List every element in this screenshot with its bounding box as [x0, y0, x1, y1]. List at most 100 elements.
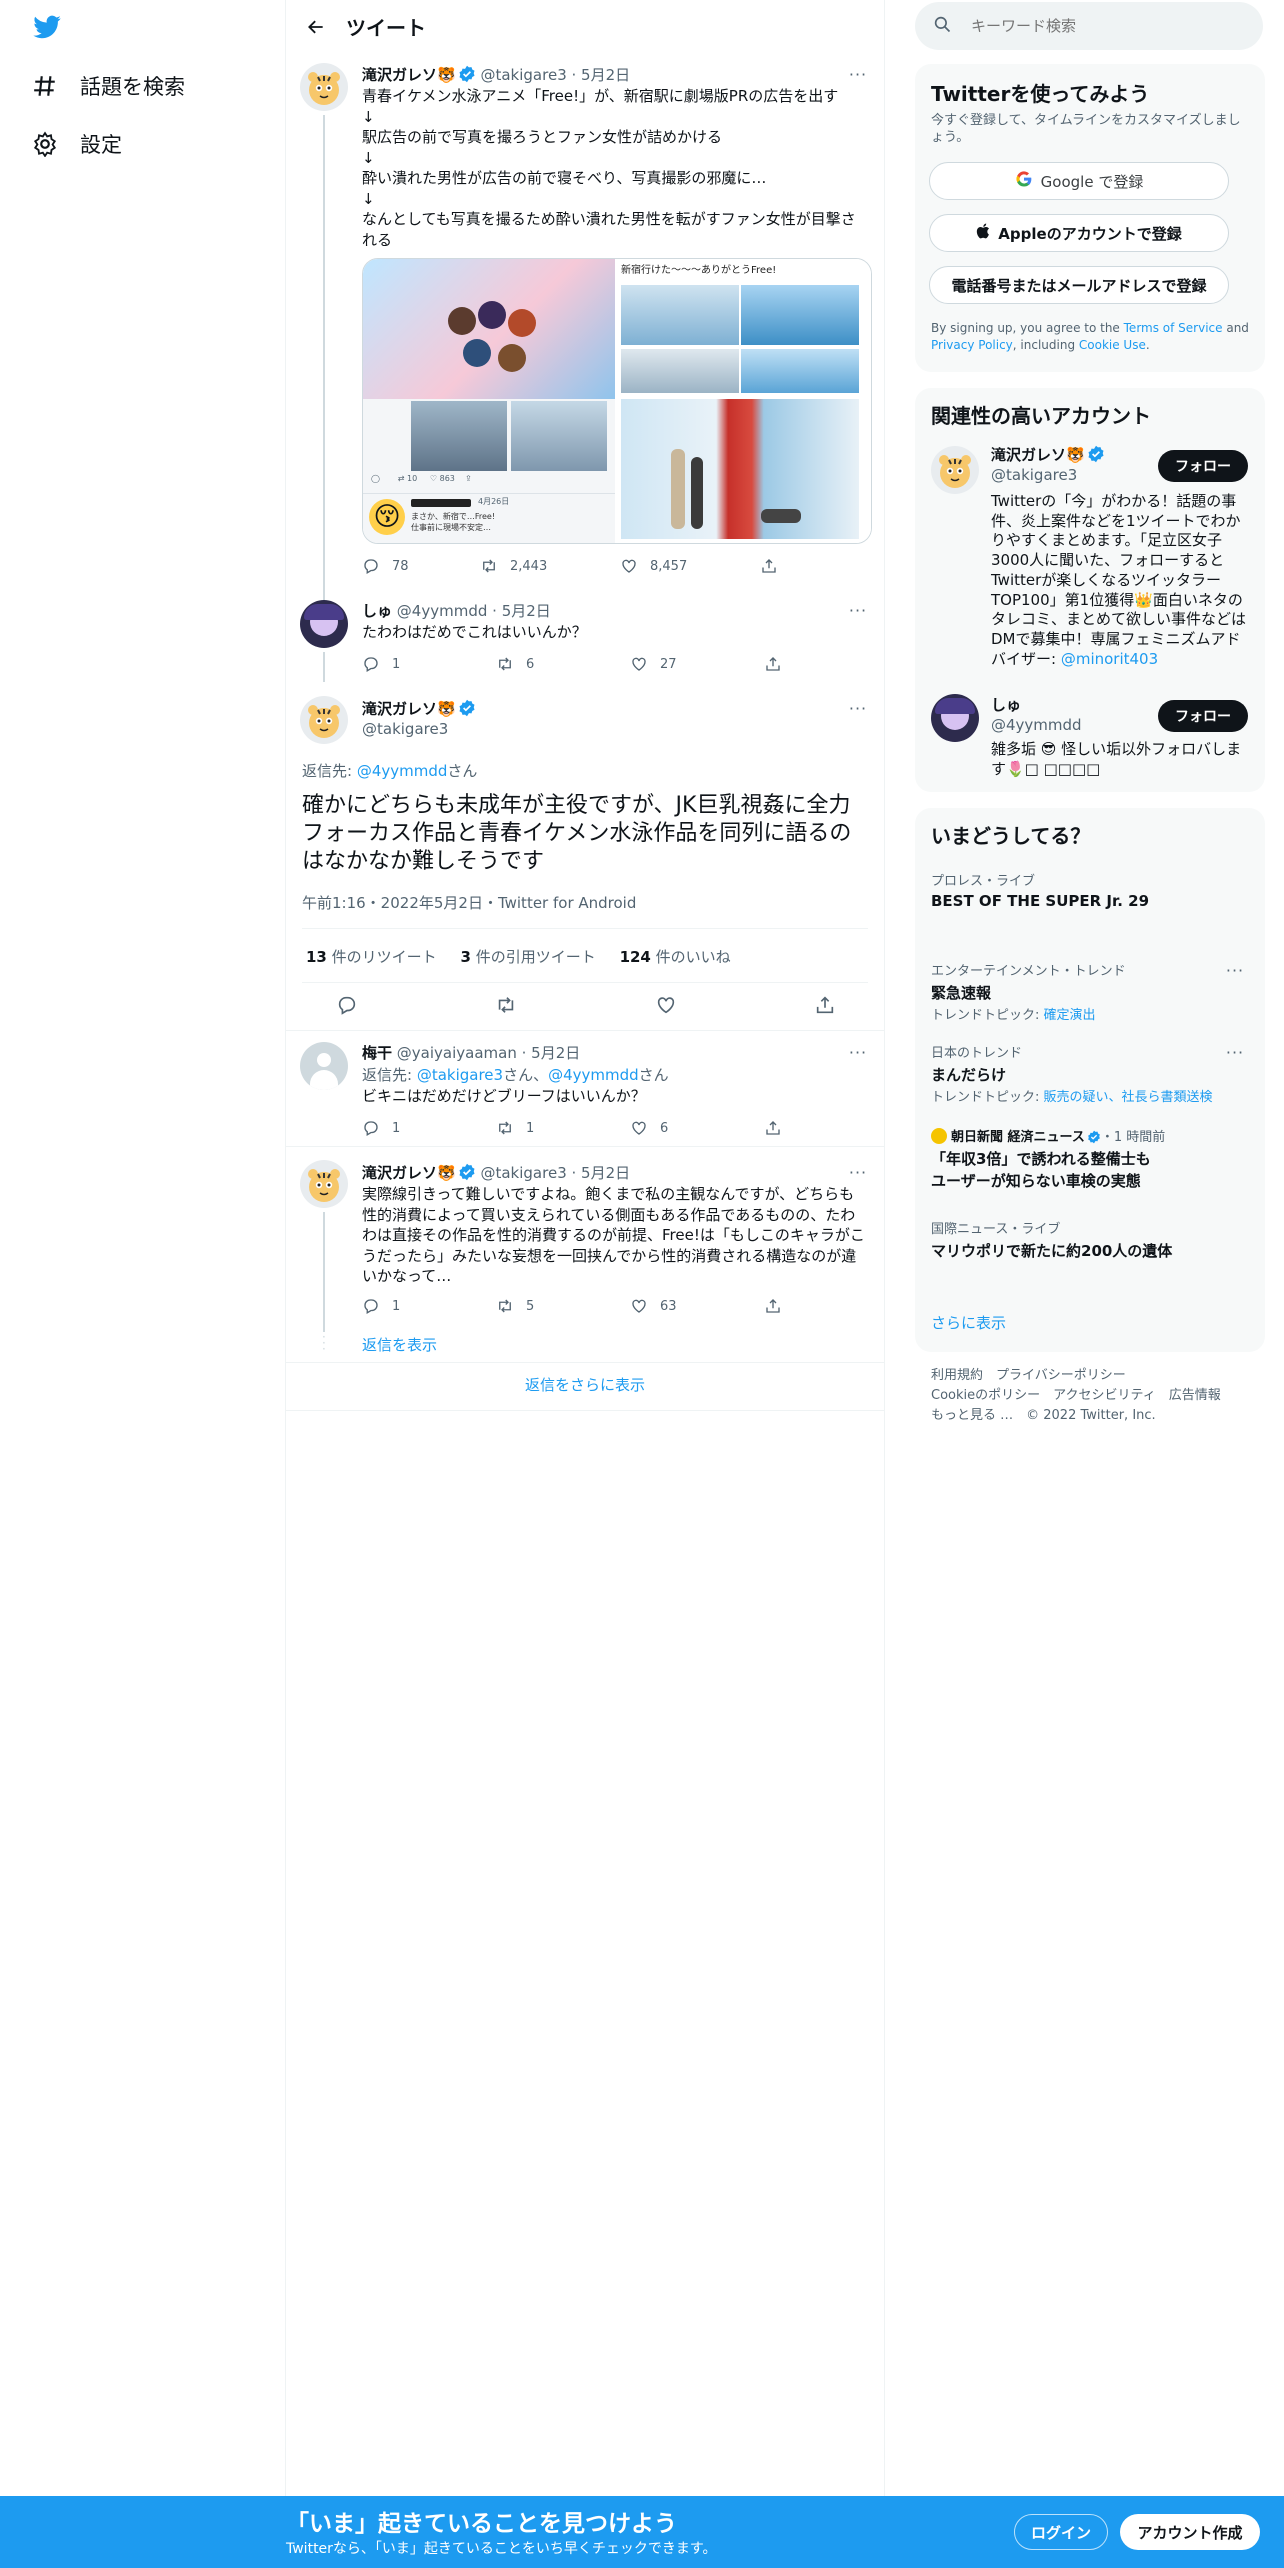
media-station-photo[interactable]: 新宿行けた〜〜〜ありがとうFree!	[617, 259, 871, 543]
phone-email-signup-button[interactable]: 電話番号またはメールアドレスで登録	[929, 266, 1229, 304]
nav-settings-label: 設定	[80, 133, 122, 157]
footer-links[interactable]: 利用規約 プライバシーポリシー Cookieのポリシー アクセシビリティ 広告情…	[931, 1366, 1221, 1426]
tweet-stats: 13 件のリツイート 3 件の引用ツイート 124 件のいいね	[306, 946, 731, 967]
tweet-actions: 1 1 6	[362, 1118, 802, 1138]
media-screenshot-image[interactable]: ◯ ⇄ 10 ♡ 863 ⇪ 😚 4月26日 まさか、新宿で…Free! 仕事前…	[363, 259, 615, 543]
like-stat[interactable]: 124 件のいいね	[620, 948, 731, 966]
show-more-replies-link[interactable]: 返信をさらに表示	[286, 1374, 884, 1395]
avatar[interactable]	[300, 696, 348, 744]
embedded-date: 4月26日	[478, 497, 510, 506]
trend-name: マリウポリで新たに約200人の遺体	[931, 1242, 1173, 1260]
share-icon[interactable]	[814, 994, 836, 1016]
reply-button[interactable]: 1	[362, 1296, 496, 1316]
reply-to-link[interactable]: @4yymmdd	[357, 762, 448, 780]
more-options-icon[interactable]: ···	[848, 701, 868, 724]
thread-line	[323, 1212, 325, 1332]
like-button[interactable]: 8,457	[620, 556, 760, 576]
author-name[interactable]: しゅ	[362, 602, 392, 620]
retweet-icon[interactable]	[495, 994, 517, 1016]
search-box[interactable]	[915, 2, 1263, 50]
terms-link[interactable]: Terms of Service	[1124, 321, 1223, 335]
more-options-icon[interactable]: ···	[848, 603, 868, 626]
tweet-date[interactable]: 5月2日	[581, 66, 630, 84]
share-icon	[764, 1297, 782, 1315]
privacy-link[interactable]: Privacy Policy	[931, 338, 1013, 352]
reply-count: 1	[392, 656, 401, 672]
reply-icon[interactable]	[336, 994, 358, 1016]
retweet-stat[interactable]: 13 件のリツイート	[306, 948, 437, 966]
retweet-button[interactable]: 1	[496, 1118, 630, 1138]
author-handle[interactable]: @yaiyaiyaaman	[397, 1044, 517, 1062]
avatar[interactable]	[931, 446, 979, 494]
account-handle[interactable]: @takigare3	[991, 466, 1077, 484]
reply-icon	[362, 655, 380, 673]
thread-line	[323, 652, 325, 682]
account-handle[interactable]: @4yymmdd	[991, 716, 1082, 734]
retweet-button[interactable]: 5	[496, 1296, 630, 1316]
quote-stat[interactable]: 3 件の引用ツイート	[461, 948, 596, 966]
like-button[interactable]: 27	[630, 654, 764, 674]
retweet-icon	[496, 1119, 514, 1137]
anime-artwork-image	[363, 259, 615, 399]
twitter-logo-icon[interactable]	[30, 12, 66, 44]
author-name[interactable]: 滝沢ガレソ	[362, 66, 437, 84]
nav-settings[interactable]: 設定	[30, 124, 122, 164]
tweet-date[interactable]: 5月2日	[531, 1044, 580, 1062]
author-handle[interactable]: @takigare3	[480, 66, 566, 84]
reply-to-link[interactable]: @takigare3	[417, 1066, 503, 1084]
follow-button[interactable]: フォロー	[1158, 450, 1248, 482]
reply-button[interactable]: 78	[362, 556, 480, 576]
search-input[interactable]	[971, 17, 1221, 35]
avatar[interactable]	[300, 600, 348, 648]
apple-signup-button[interactable]: Appleのアカウントで登録	[929, 214, 1229, 252]
author-handle[interactable]: @takigare3	[480, 1164, 566, 1182]
like-button[interactable]: 6	[630, 1118, 764, 1138]
tweet-date[interactable]: 5月2日	[502, 602, 551, 620]
tweet-header: 滝沢ガレソ🐯 @takigare3 · 5月2日	[362, 66, 631, 84]
share-button[interactable]	[760, 556, 778, 576]
account-name[interactable]: 滝沢ガレソ🐯	[991, 444, 1105, 465]
login-button[interactable]: ログイン	[1014, 2514, 1108, 2550]
follow-button[interactable]: フォロー	[1158, 700, 1248, 732]
reply-to-link[interactable]: @4yymmdd	[548, 1066, 639, 1084]
reply-button[interactable]: 1	[362, 1118, 496, 1138]
google-signup-button[interactable]: Google で登録	[929, 162, 1229, 200]
back-arrow-icon[interactable]	[298, 9, 334, 45]
show-more-trends-link[interactable]: さらに表示	[931, 1312, 1006, 1333]
share-button[interactable]	[764, 1296, 782, 1316]
avatar[interactable]	[300, 63, 348, 111]
verified-icon	[458, 1163, 476, 1181]
like-icon[interactable]	[655, 994, 677, 1016]
like-icon	[630, 655, 648, 673]
share-button[interactable]	[764, 654, 782, 674]
signup-button[interactable]: アカウント作成	[1120, 2514, 1260, 2550]
thread-dots: · · ·	[322, 1330, 326, 1356]
avatar[interactable]	[300, 1160, 348, 1208]
share-button[interactable]	[764, 1118, 782, 1138]
more-options-icon[interactable]: ···	[1225, 1045, 1245, 1068]
retweet-button[interactable]: 6	[496, 654, 630, 674]
retweet-button[interactable]: 2,443	[480, 556, 620, 576]
tweet-timestamp[interactable]: 午前1:16・2022年5月2日・Twitter for Android	[302, 892, 636, 913]
more-options-icon[interactable]: ···	[848, 1045, 868, 1068]
cookie-link[interactable]: Cookie Use	[1079, 338, 1146, 352]
reply-button[interactable]: 1	[362, 654, 496, 674]
bio-mention-link[interactable]: @minorit403	[1061, 650, 1158, 668]
account-name[interactable]: しゅ	[991, 694, 1021, 715]
author-handle[interactable]: @4yymmdd	[397, 602, 488, 620]
show-replies-link[interactable]: 返信を表示	[362, 1334, 437, 1355]
tweet-media[interactable]: ◯ ⇄ 10 ♡ 863 ⇪ 😚 4月26日 まさか、新宿で…Free! 仕事前…	[362, 258, 872, 544]
avatar[interactable]	[931, 694, 979, 742]
hashtag-icon	[30, 71, 60, 101]
author-handle[interactable]: @takigare3	[362, 720, 448, 738]
tweet-date[interactable]: 5月2日	[581, 1164, 630, 1182]
nav-explore[interactable]: 話題を検索	[30, 66, 185, 106]
default-avatar-icon[interactable]	[300, 1042, 348, 1090]
embedded-actions: ◯ ⇄ 10 ♡ 863 ⇪	[371, 474, 472, 483]
image-banner-text: 新宿行けた〜〜〜ありがとうFree!	[621, 265, 777, 276]
author-name[interactable]: 滝沢ガレソ	[362, 1164, 437, 1182]
author-name[interactable]: 梅干	[362, 1044, 392, 1062]
author-name[interactable]: 滝沢ガレソ	[362, 700, 437, 718]
more-options-icon[interactable]: ···	[1225, 963, 1245, 986]
like-button[interactable]: 63	[630, 1296, 764, 1316]
